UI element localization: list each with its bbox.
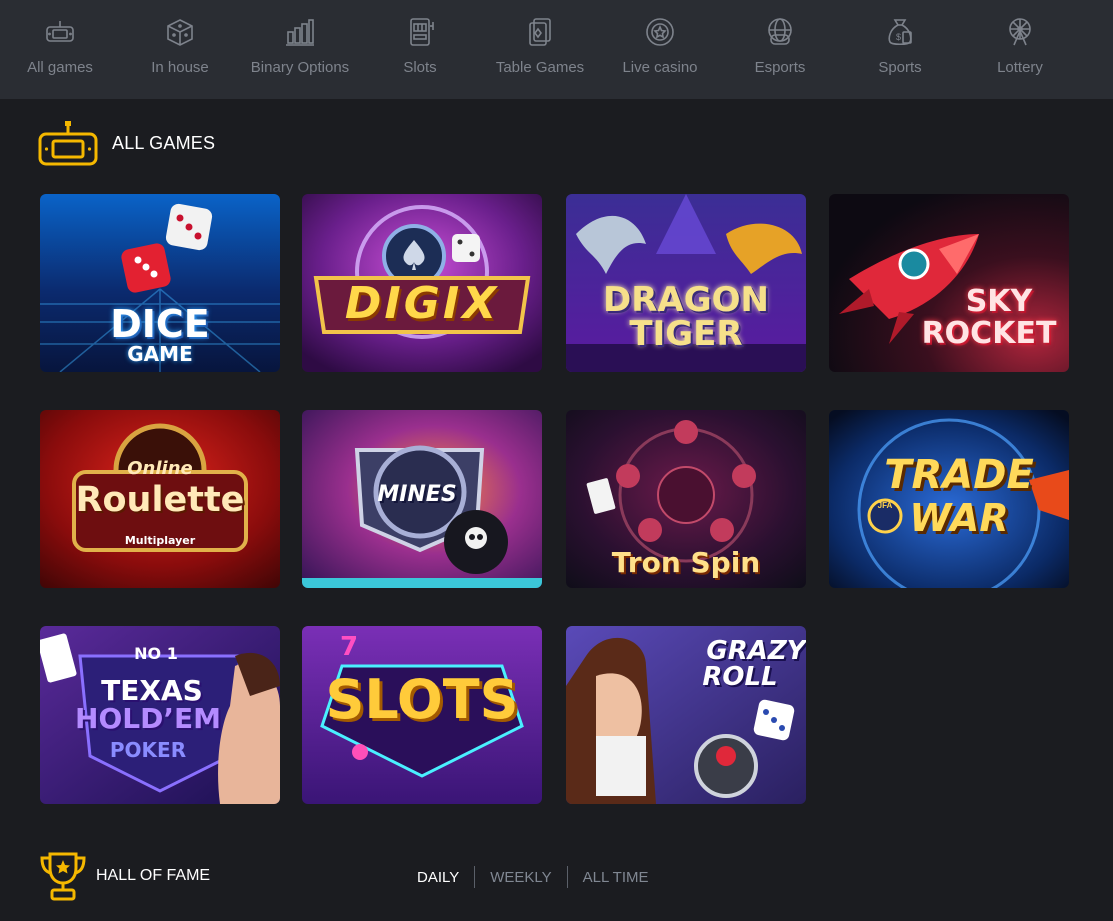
seven-icon: 7	[340, 632, 359, 662]
game-tile-digix[interactable]: DIGIX	[302, 194, 542, 372]
game-subtitle: Online	[127, 458, 193, 479]
nav-label: Live casino	[622, 59, 698, 76]
game-tile-dice-game[interactable]: DICE GAME	[40, 194, 280, 372]
trophy-icon	[40, 852, 86, 901]
game-title: Tron Spin	[611, 546, 761, 579]
category-nav: All games In house Binary Options Slots …	[0, 0, 1113, 99]
gamepad-icon	[38, 121, 98, 166]
game-title: MINES	[377, 482, 457, 507]
section-title: ALL GAMES	[112, 132, 216, 153]
nav-label: Esports	[754, 59, 806, 76]
hall-of-fame-header: HALL OF FAME	[38, 850, 210, 902]
section-title: HALL OF FAME	[96, 867, 211, 884]
game-title: SKY	[965, 284, 1033, 319]
globe-controller-icon	[768, 18, 792, 45]
svg-text:$: $	[896, 32, 901, 42]
nav-item-live-casino[interactable]: Live casino	[600, 0, 720, 99]
game-tile-mines[interactable]: MINES	[302, 410, 542, 588]
game-tile-trade-war[interactable]: TRADE WAR JFA	[829, 410, 1069, 588]
game-tile-tron-spin[interactable]: Tron Spin	[566, 410, 806, 588]
nav-item-slots[interactable]: Slots	[360, 0, 480, 99]
game-subtitle: HOLD’EM	[75, 702, 221, 735]
ferris-wheel-icon	[1009, 18, 1031, 46]
money-bag-icon: $	[888, 19, 912, 46]
game-title: Roulette	[75, 480, 245, 520]
game-title: DIGIX	[344, 278, 500, 329]
tab-weekly[interactable]: WEEKLY	[475, 869, 566, 886]
game-title: DICE	[110, 302, 210, 346]
nav-label: Table Games	[495, 59, 585, 76]
nav-label: In house	[151, 59, 209, 76]
slot-machine-icon	[410, 18, 434, 46]
nav-item-in-house[interactable]: In house	[120, 0, 240, 99]
nav-item-esports[interactable]: Esports	[720, 0, 840, 99]
game-tile-online-roulette[interactable]: Online Roulette Multiplayer	[40, 410, 280, 588]
game-title: SLOTS	[325, 668, 519, 731]
cards-icon	[529, 18, 551, 46]
leaderboard-tabs: DAILY WEEKLY ALL TIME	[405, 866, 664, 888]
nav-item-all-games[interactable]: All games	[0, 0, 120, 99]
nav-item-table-games[interactable]: Table Games	[480, 0, 600, 99]
nav-label: Sports	[878, 59, 922, 76]
tab-all-time[interactable]: ALL TIME	[568, 869, 664, 886]
game-tile-slots[interactable]: 7 SLOTS	[302, 626, 542, 804]
game-badge: JFA	[877, 501, 893, 510]
bar-chart-icon	[286, 19, 314, 46]
game-tile-sky-rocket[interactable]: SKY ROCKET	[829, 194, 1069, 372]
all-games-header: ALL GAMES	[38, 120, 215, 166]
nav-item-lottery[interactable]: Lottery	[960, 0, 1080, 99]
game-tile-grazy-roll[interactable]: GRAZY ROLL	[566, 626, 806, 804]
game-caption: POKER	[109, 738, 187, 762]
cube-icon	[167, 19, 193, 46]
game-title: TRADE	[884, 452, 1034, 498]
nav-label: Binary Options	[250, 59, 350, 76]
nav-label: Slots	[403, 59, 437, 76]
nav-item-sports[interactable]: $ Sports	[840, 0, 960, 99]
tab-daily[interactable]: DAILY	[405, 869, 474, 886]
nav-item-binary-options[interactable]: Binary Options	[240, 0, 360, 99]
nav-label: All games	[27, 59, 93, 76]
nav-label: Lottery	[997, 59, 1043, 76]
game-tile-dragon-tiger[interactable]: DRAGON TIGER	[566, 194, 806, 372]
game-subtitle: TIGER	[629, 314, 743, 354]
gamepad-icon	[46, 21, 74, 42]
game-subtitle: ROLL	[702, 662, 778, 692]
game-subtitle: GAME	[127, 342, 193, 366]
game-subtitle: ROCKET	[921, 316, 1057, 351]
casino-chip-icon	[646, 18, 674, 46]
game-tile-texas-holdem[interactable]: NO 1 TEXAS HOLD’EM POKER	[40, 626, 280, 804]
game-badge: NO 1	[134, 644, 178, 663]
game-caption: Multiplayer	[124, 534, 196, 547]
